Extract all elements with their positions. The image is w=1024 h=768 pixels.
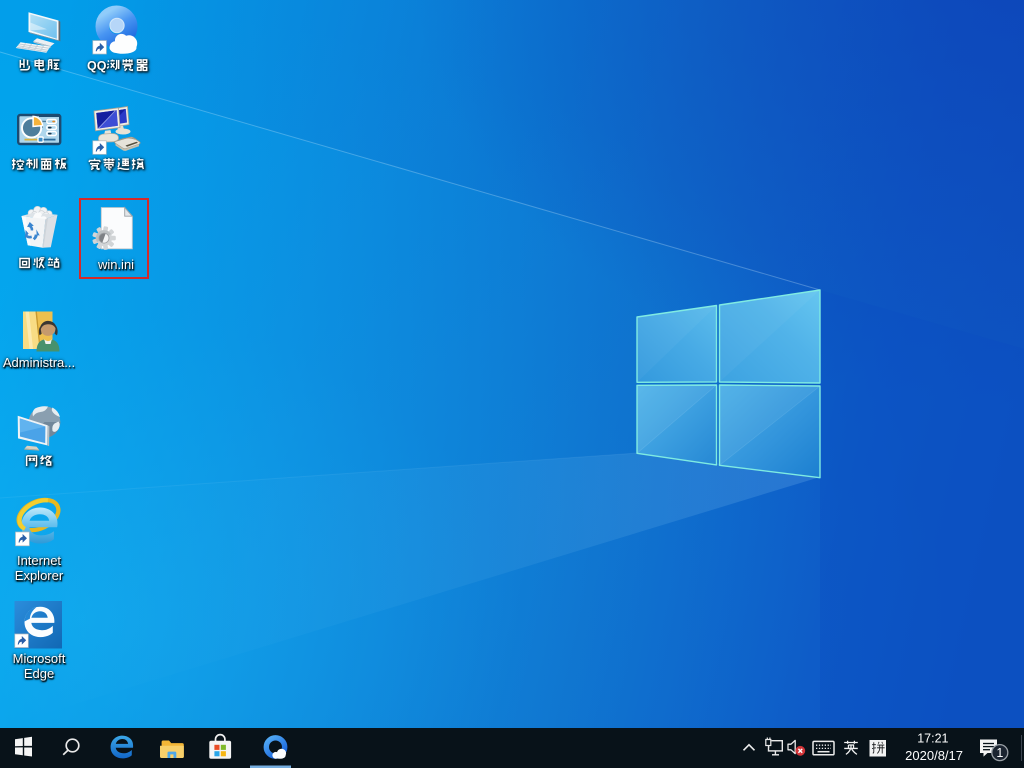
svg-text:QQ: QQ [87, 59, 107, 73]
svg-text:17:21: 17:21 [917, 732, 948, 746]
svg-text:2020/8/17: 2020/8/17 [905, 748, 963, 763]
svg-text:1: 1 [996, 746, 1003, 760]
